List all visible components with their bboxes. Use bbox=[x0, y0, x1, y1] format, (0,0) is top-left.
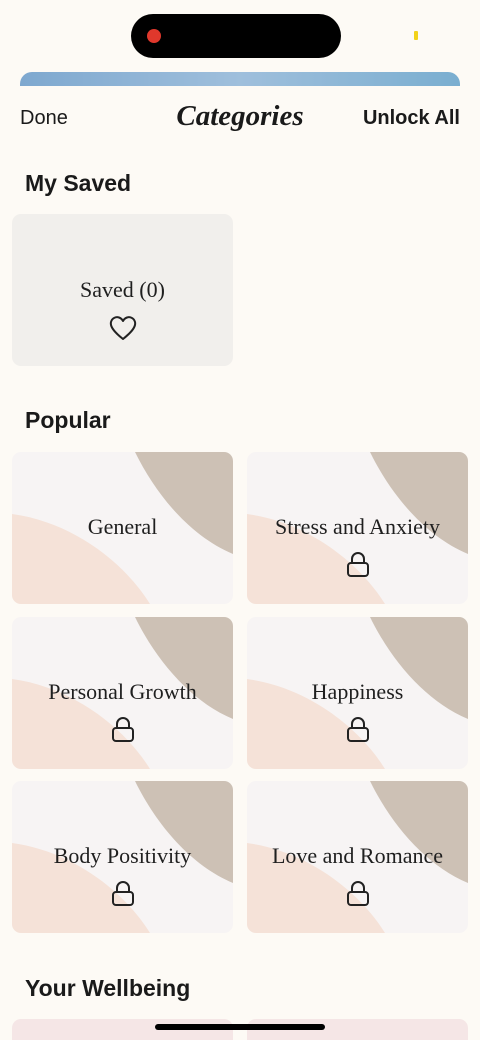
dynamic-island bbox=[131, 14, 341, 58]
lock-icon bbox=[346, 551, 370, 583]
card-label: Body Positivity bbox=[53, 843, 192, 868]
home-indicator[interactable] bbox=[155, 1024, 325, 1030]
section-heading-my-saved: My Saved bbox=[25, 170, 132, 196]
category-card-happiness[interactable]: Happiness bbox=[247, 617, 468, 769]
heart-icon bbox=[109, 315, 137, 346]
lock-icon bbox=[111, 716, 135, 748]
done-button[interactable]: Done bbox=[20, 107, 68, 130]
category-card-general[interactable]: General bbox=[12, 452, 233, 604]
card-label: Saved (0) bbox=[80, 277, 165, 302]
header: Done Categories Unlock All bbox=[0, 96, 480, 140]
unlock-all-button[interactable]: Unlock All bbox=[363, 107, 460, 130]
category-card-stress-and-anxiety[interactable]: Stress and Anxiety bbox=[247, 452, 468, 604]
section-heading-your-wellbeing: Your Wellbeing bbox=[25, 975, 191, 1001]
lock-icon bbox=[346, 716, 370, 748]
card-label: Love and Romance bbox=[271, 843, 444, 868]
recording-indicator bbox=[147, 29, 161, 43]
background-sheet bbox=[20, 72, 460, 86]
category-card-body-positivity[interactable]: Body Positivity bbox=[12, 781, 233, 933]
card-label: Stress and Anxiety bbox=[275, 514, 440, 539]
category-card-personal-growth[interactable]: Personal Growth bbox=[12, 617, 233, 769]
lock-icon bbox=[111, 880, 135, 912]
lock-icon bbox=[346, 880, 370, 912]
card-label: Happiness bbox=[311, 679, 404, 704]
saved-card[interactable]: Saved (0) bbox=[12, 214, 233, 366]
status-indicator bbox=[414, 31, 418, 40]
category-card-love-and-romance[interactable]: Love and Romance bbox=[247, 781, 468, 933]
section-heading-popular: Popular bbox=[25, 407, 111, 433]
card-label: Personal Growth bbox=[48, 679, 197, 704]
card-label: General bbox=[87, 514, 158, 539]
